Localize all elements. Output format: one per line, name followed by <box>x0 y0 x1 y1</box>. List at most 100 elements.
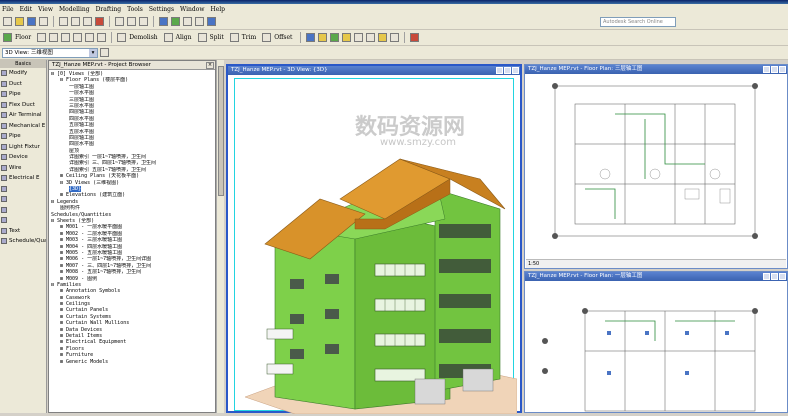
design-bar-item[interactable] <box>0 215 46 226</box>
mirror-icon[interactable] <box>73 33 83 42</box>
design-bar-header[interactable]: Basics <box>0 60 46 68</box>
thin-lines-icon[interactable] <box>183 17 192 26</box>
floor-plan-view-1[interactable]: TZJ_Hanze MEP.rvt - Floor Plan: 三层轴工图 <box>524 64 788 269</box>
section-icon[interactable] <box>171 17 180 26</box>
design-bar-item[interactable]: Wire <box>0 163 46 174</box>
rotate-icon[interactable] <box>61 33 71 42</box>
close-icon[interactable] <box>779 273 786 280</box>
move-icon[interactable] <box>37 33 47 42</box>
close-hidden-icon[interactable] <box>195 17 204 26</box>
minimize-icon[interactable] <box>496 67 503 74</box>
redo-icon[interactable] <box>127 17 136 26</box>
tree-node-label: 屋顶 <box>69 147 80 154</box>
trim-button[interactable]: Trim <box>242 34 256 41</box>
measure-icon[interactable] <box>139 17 148 26</box>
tree-node-label: ⊞ Elevations (建筑立面) <box>60 192 126 199</box>
design-bar-item[interactable] <box>0 184 46 195</box>
help-icon[interactable] <box>207 17 216 26</box>
open-icon[interactable] <box>15 17 24 26</box>
demolish-icon[interactable] <box>117 33 127 42</box>
tree-node[interactable]: ⊞ Generic Models <box>51 359 215 365</box>
3d-view-icon[interactable] <box>159 17 168 26</box>
paint-icon[interactable] <box>354 33 364 42</box>
tree-node-label: ⊞ Ceiling Plans (天花板平面) <box>60 173 140 180</box>
design-bar-item[interactable]: Mechanical E <box>0 121 46 132</box>
design-bar-item[interactable]: Schedule/Qua <box>0 236 46 247</box>
cut-icon[interactable] <box>59 17 68 26</box>
design-bar-item[interactable]: Electrical E <box>0 173 46 184</box>
delete-icon[interactable] <box>95 17 104 26</box>
linework-icon[interactable] <box>342 33 352 42</box>
tree-node-label: ⊞ M004 - 四层水暖轴工图 <box>60 243 123 250</box>
close-icon[interactable] <box>779 66 786 73</box>
paste-icon[interactable] <box>83 17 92 26</box>
design-bar-item[interactable]: Air Terminal <box>0 110 46 121</box>
split-button[interactable]: Split <box>210 34 224 41</box>
demolish-button[interactable]: Demolish <box>129 34 157 41</box>
minimize-icon[interactable] <box>763 66 770 73</box>
menu-item[interactable]: File <box>2 6 14 13</box>
maximize-icon[interactable] <box>771 273 778 280</box>
browser-scrollbar[interactable] <box>216 60 224 413</box>
design-bar-item[interactable]: Light Fixtur <box>0 142 46 153</box>
design-bar-item-label: Device <box>9 154 28 161</box>
floor-icon[interactable] <box>3 33 12 42</box>
menu-item[interactable]: Drafting <box>96 6 122 13</box>
3d-canvas[interactable]: 数码资源网 www.smzy.com <box>234 78 518 415</box>
design-bar-item[interactable]: Duct <box>0 79 46 90</box>
array-icon[interactable] <box>85 33 95 42</box>
design-bar-item[interactable]: Device <box>0 152 46 163</box>
menu-item[interactable]: Tools <box>127 6 143 13</box>
menu-item[interactable]: Edit <box>20 6 33 13</box>
maximize-icon[interactable] <box>771 66 778 73</box>
copy-element-icon[interactable] <box>49 33 59 42</box>
design-bar-item[interactable] <box>0 194 46 205</box>
design-bar-item[interactable]: Flex Duct <box>0 100 46 111</box>
menu-item[interactable]: View <box>38 6 53 13</box>
unpin-icon[interactable] <box>390 33 400 42</box>
print-icon[interactable] <box>39 17 48 26</box>
menu-item[interactable]: Window <box>180 6 204 13</box>
visibility-icon[interactable] <box>306 33 316 42</box>
scrollbar-thumb[interactable] <box>218 66 224 196</box>
menu-item[interactable]: Modelling <box>59 6 90 13</box>
save-icon[interactable] <box>27 17 36 26</box>
split-icon[interactable] <box>197 33 207 42</box>
3d-view-window[interactable]: TZJ_Hanze MEP.rvt - 3D View: {3D} 数码资源网 … <box>226 64 522 415</box>
view-selector[interactable]: 3D View: 三维视图 ▾ <box>2 47 98 58</box>
maximize-icon[interactable] <box>504 67 511 74</box>
hide-icon[interactable] <box>318 33 328 42</box>
offset-icon[interactable] <box>262 33 272 42</box>
tree-node-label: ⊟ Floor Plans (楼层平面) <box>60 77 129 84</box>
split-face-icon[interactable] <box>366 33 376 42</box>
new-file-icon[interactable] <box>3 17 12 26</box>
tree-node-label: ⊞ Casework <box>60 294 91 301</box>
search-input[interactable]: Autodesk Search Online <box>600 17 676 27</box>
properties-icon[interactable] <box>100 48 109 57</box>
undo-icon[interactable] <box>115 17 124 26</box>
floor-plan-drawing-2 <box>542 308 758 412</box>
pin-icon[interactable] <box>378 33 388 42</box>
view-scale[interactable]: 1:50 <box>528 261 539 267</box>
offset-button[interactable]: Offset <box>274 34 292 41</box>
design-bar-item[interactable]: Pipe <box>0 131 46 142</box>
3d-view-title: TZJ_Hanze MEP.rvt - 3D View: {3D} <box>228 66 520 75</box>
close-icon[interactable]: × <box>206 62 214 69</box>
copy-icon[interactable] <box>71 17 80 26</box>
isolate-icon[interactable] <box>330 33 340 42</box>
menu-item[interactable]: Settings <box>149 6 174 13</box>
design-bar-item[interactable]: Pipe <box>0 89 46 100</box>
menu-item[interactable]: Help <box>210 6 225 13</box>
design-bar-item[interactable]: Text <box>0 226 46 237</box>
close-icon[interactable] <box>512 67 519 74</box>
floor-button[interactable]: Floor <box>15 34 31 41</box>
floor-plan-view-2[interactable]: TZJ_Hanze MEP.rvt - Floor Plan: 一层轴工图 <box>524 271 788 413</box>
design-bar-item[interactable] <box>0 205 46 216</box>
design-bar-item[interactable]: Modify <box>0 68 46 79</box>
trim-icon[interactable] <box>229 33 239 42</box>
align-icon[interactable] <box>163 33 173 42</box>
align-button[interactable]: Align <box>176 34 192 41</box>
grid-icon[interactable] <box>410 33 420 42</box>
scale-icon[interactable] <box>97 33 107 42</box>
minimize-icon[interactable] <box>763 273 770 280</box>
